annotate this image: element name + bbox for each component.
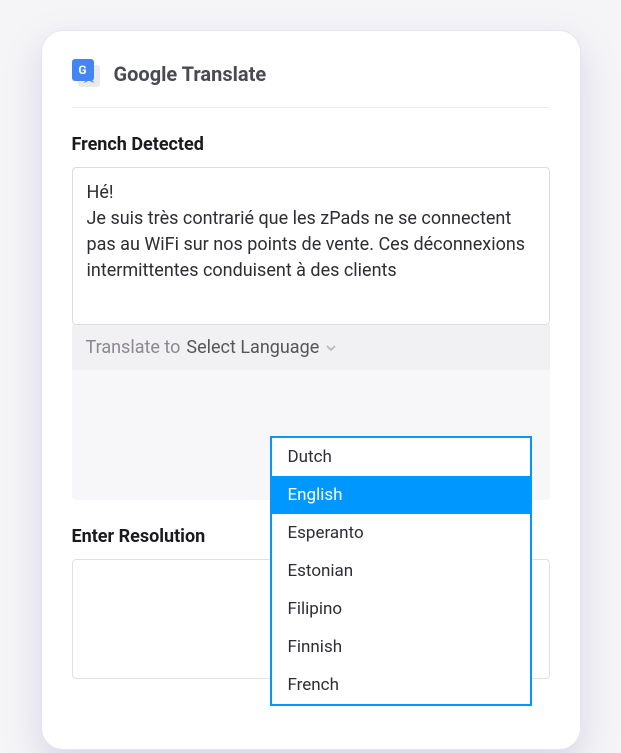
language-option-filipino[interactable]: Filipino xyxy=(272,590,530,628)
translate-to-bar: Translate to Select Language xyxy=(72,325,550,370)
language-option-estonian[interactable]: Estonian xyxy=(272,552,530,590)
translate-to-label: Translate to xyxy=(86,337,181,358)
language-option-french[interactable]: French xyxy=(272,666,530,704)
source-text: Hé! Je suis très contrarié que les zPads… xyxy=(87,182,526,281)
chevron-down-icon xyxy=(325,342,337,354)
language-option-dutch[interactable]: Dutch xyxy=(272,438,530,476)
app-title: Google Translate xyxy=(114,62,267,86)
source-text-area[interactable]: Hé! Je suis très contrarié que les zPads… xyxy=(72,167,550,325)
header: G Google Translate xyxy=(72,59,550,108)
language-select[interactable]: Select Language xyxy=(186,337,337,358)
google-translate-icon: G xyxy=(72,59,102,89)
language-option-esperanto[interactable]: Esperanto xyxy=(272,514,530,552)
translate-panel: G Google Translate French Detected Hé! J… xyxy=(41,30,581,750)
language-option-english[interactable]: English xyxy=(272,476,530,514)
language-dropdown[interactable]: Dutch English Esperanto Estonian Filipin… xyxy=(270,436,532,706)
language-select-value: Select Language xyxy=(186,337,319,358)
detected-language-label: French Detected xyxy=(72,134,550,155)
language-option-finnish[interactable]: Finnish xyxy=(272,628,530,666)
